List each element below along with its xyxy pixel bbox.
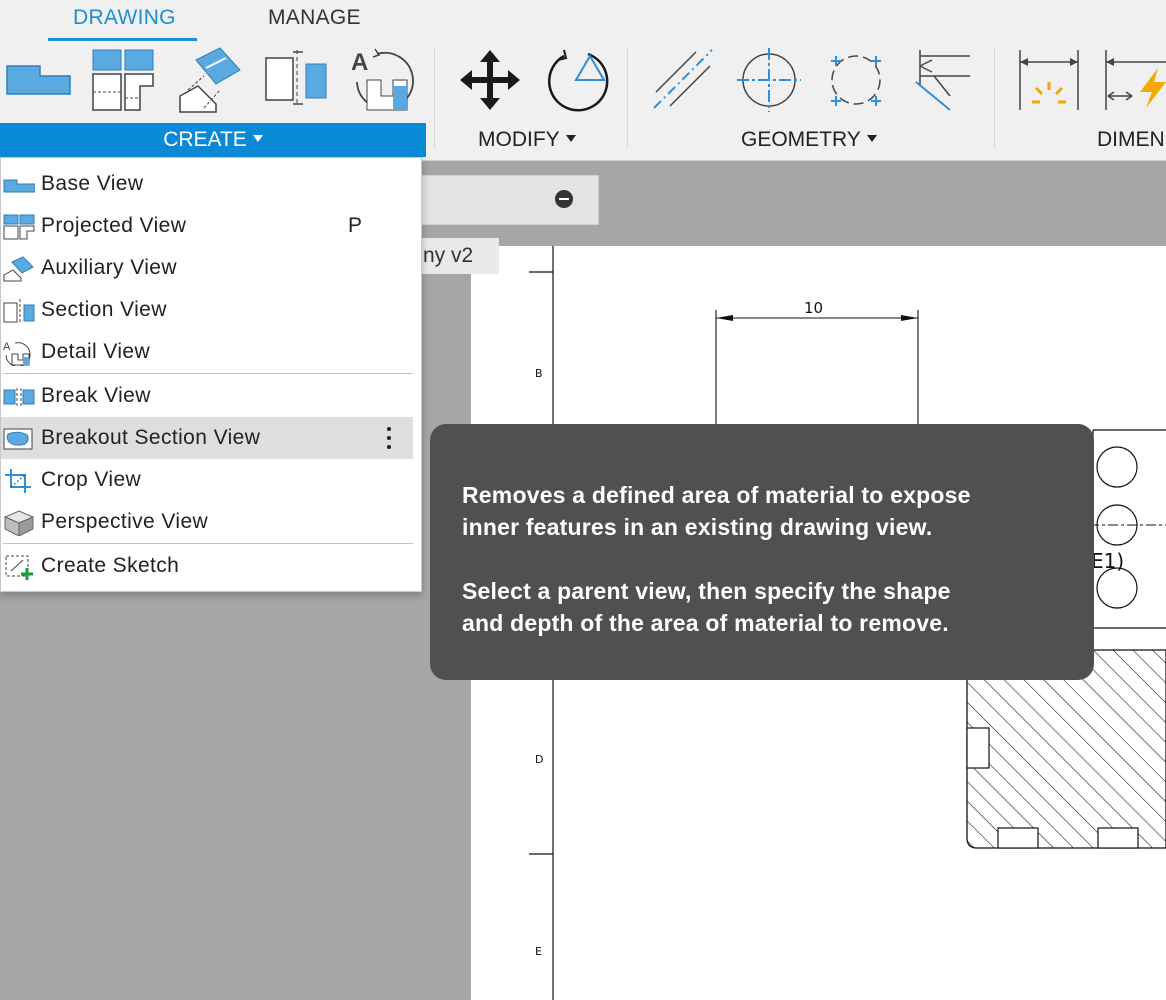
menu-item-label: Crop View	[41, 468, 142, 491]
more-options-icon[interactable]	[385, 425, 393, 453]
breakout-section-icon	[3, 428, 33, 450]
menu-item-label: Perspective View	[41, 510, 209, 533]
menu-item-label: Create Sketch	[41, 554, 180, 577]
base-view-icon[interactable]	[4, 46, 72, 106]
base-view-icon	[3, 179, 35, 193]
create-dropdown-menu: Base View Projected View P Auxiliary Vie…	[0, 157, 422, 592]
rotate-icon[interactable]	[542, 46, 610, 114]
geometry-group-button[interactable]: GEOMETRY	[741, 124, 877, 156]
tab-drawing[interactable]: DRAWING	[73, 6, 176, 30]
tab-manage[interactable]: MANAGE	[268, 6, 361, 30]
dimensions-group-button[interactable]: DIMEN	[1097, 124, 1165, 156]
dimension-annotation[interactable]: 10	[715, 299, 919, 426]
centerline-icon[interactable]	[650, 46, 716, 112]
menu-item-label: Projected View	[41, 214, 187, 237]
active-tab-indicator	[48, 38, 197, 41]
auto-dimension-icon[interactable]	[1102, 46, 1166, 114]
menu-item-label: Section View	[41, 298, 167, 321]
menu-item-base-view[interactable]: Base View	[1, 163, 413, 205]
menu-separator	[3, 373, 413, 374]
menu-separator	[3, 543, 413, 544]
detail-view-icon: A	[3, 341, 31, 366]
zone-label-e: E	[535, 945, 542, 958]
chevron-down-icon	[565, 134, 576, 142]
tooltip-description-line: Removes a defined area of material to ex…	[462, 482, 971, 508]
create-group-label: CREATE	[163, 128, 247, 151]
menu-item-create-sketch[interactable]: Create Sketch	[1, 545, 413, 587]
tooltip-instruction-line: Select a parent view, then specify the s…	[462, 578, 951, 604]
projected-view-icon[interactable]	[90, 46, 156, 114]
auxiliary-view-icon	[3, 256, 34, 282]
break-view-icon	[3, 388, 35, 406]
zone-label-b: B	[535, 367, 543, 380]
edge-extension-icon[interactable]	[910, 46, 976, 112]
create-group-button[interactable]: CREATE	[0, 123, 426, 157]
group-divider	[434, 48, 435, 148]
menu-item-label: Auxiliary View	[41, 256, 177, 279]
zone-label-d: D	[535, 753, 543, 766]
create-sketch-icon	[5, 555, 33, 580]
dimension-icon[interactable]	[1016, 46, 1084, 114]
group-divider	[994, 48, 995, 148]
group-divider	[627, 48, 628, 148]
menu-item-auxiliary-view[interactable]: Auxiliary View	[1, 247, 413, 289]
dimension-value: 10	[804, 299, 823, 317]
tooltip-instruction-line: and depth of the area of material to rem…	[462, 610, 949, 636]
modify-group-label: MODIFY	[478, 128, 560, 151]
menu-item-crop-view[interactable]: Crop View	[1, 459, 413, 501]
perspective-cube-icon	[3, 510, 35, 536]
crop-view-icon	[5, 469, 31, 493]
chevron-down-icon	[866, 134, 877, 142]
collapse-icon[interactable]	[555, 190, 573, 208]
part-view-top[interactable]: E1)	[1089, 429, 1166, 629]
menu-item-perspective-view[interactable]: Perspective View	[1, 501, 413, 543]
detail-view-icon[interactable]: A	[349, 46, 417, 114]
menu-item-label: Base View	[41, 172, 144, 195]
menu-item-label: Break View	[41, 384, 151, 407]
ribbon-toolbar: DRAWING MANAGE A CREATE MODIFY GEOMETRY …	[0, 0, 1166, 161]
menu-item-detail-view[interactable]: A Detail View	[1, 331, 413, 373]
menu-item-breakout-section-view[interactable]: Breakout Section View	[1, 417, 413, 459]
partial-view-label: E1)	[1091, 549, 1124, 573]
projected-view-icon	[3, 214, 35, 240]
menu-item-label: Breakout Section View	[41, 426, 261, 449]
geometry-group-label: GEOMETRY	[741, 128, 861, 151]
move-icon[interactable]	[456, 46, 524, 114]
modify-group-button[interactable]: MODIFY	[478, 124, 576, 156]
svg-text:A: A	[351, 49, 368, 76]
auxiliary-view-icon[interactable]	[176, 46, 244, 114]
menu-item-projected-view[interactable]: Projected View P	[1, 205, 413, 247]
menu-item-label: Detail View	[41, 340, 151, 363]
center-mark-pattern-icon[interactable]	[824, 46, 890, 112]
tooltip: Removes a defined area of material to ex…	[430, 424, 1094, 680]
center-mark-icon[interactable]	[736, 46, 802, 112]
menu-item-shortcut: P	[348, 214, 363, 237]
menu-item-break-view[interactable]: Break View	[1, 375, 413, 417]
chevron-down-icon	[252, 134, 263, 142]
section-view-icon[interactable]	[263, 46, 331, 106]
menu-item-section-view[interactable]: Section View	[1, 289, 413, 331]
svg-text:A: A	[3, 341, 11, 353]
dimensions-group-label: DIMEN	[1097, 128, 1165, 151]
tooltip-description-line: inner features in an existing drawing vi…	[462, 514, 933, 540]
section-view-icon	[3, 299, 35, 324]
